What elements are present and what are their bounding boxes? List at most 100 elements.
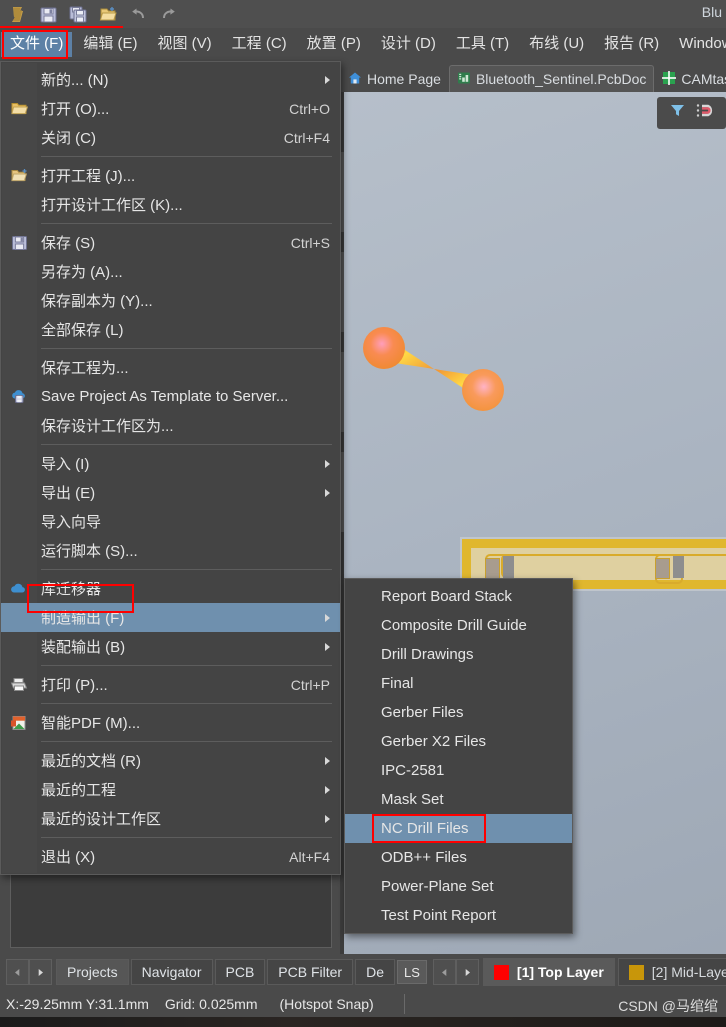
open-project-icon bbox=[9, 166, 29, 186]
menu-item-open-project[interactable]: 打开工程 (J)... bbox=[1, 161, 340, 190]
altium-logo-icon[interactable] bbox=[4, 2, 32, 26]
menu-item-save-design-workspace-as[interactable]: 保存设计工作区为... bbox=[1, 411, 340, 440]
menu-item-route[interactable]: 布线 (U) bbox=[520, 32, 593, 57]
menu-item-edit[interactable]: 编辑 (E) bbox=[74, 32, 146, 57]
menu-item-save-project-as-template[interactable]: Save Project As Template to Server... bbox=[1, 382, 340, 411]
panel-tab-navigator[interactable]: Navigator bbox=[130, 959, 213, 985]
submenu-item-composite-drill-guide[interactable]: Composite Drill Guide bbox=[345, 611, 572, 640]
submenu-item-ipc-2581[interactable]: IPC-2581 bbox=[345, 756, 572, 785]
menu-item-new[interactable]: 新的... (N) bbox=[1, 65, 340, 94]
submenu-item-label: Report Board Stack bbox=[381, 588, 512, 605]
menu-item-import[interactable]: 导入 (I) bbox=[1, 449, 340, 478]
menu-item-save-project-as[interactable]: 保存工程为... bbox=[1, 353, 340, 382]
panel-tab-de[interactable]: De bbox=[355, 959, 395, 985]
menu-item-save[interactable]: 保存 (S) Ctrl+S bbox=[1, 228, 340, 257]
save-icon[interactable] bbox=[34, 2, 62, 26]
menu-item-window[interactable]: Window (W) bbox=[670, 32, 726, 57]
panel-scroll-left-button[interactable] bbox=[6, 959, 29, 985]
layer-scroll-right-button[interactable] bbox=[455, 959, 479, 985]
submenu-item-test-point-report[interactable]: Test Point Report bbox=[345, 901, 572, 930]
panel-scroll-right-button[interactable] bbox=[29, 959, 52, 985]
menu-item-label: 打开 (O)... bbox=[41, 101, 110, 118]
menu-item-assembly-outputs[interactable]: 装配输出 (B) bbox=[1, 632, 340, 661]
menu-item-place[interactable]: 放置 (P) bbox=[298, 32, 370, 57]
status-divider bbox=[403, 993, 405, 1014]
submenu-item-label: Gerber Files bbox=[381, 704, 464, 721]
layer-set-button[interactable]: LS bbox=[397, 960, 427, 984]
save-all-icon[interactable] bbox=[64, 2, 92, 26]
menu-item-label: 打开设计工作区 (K)... bbox=[41, 197, 183, 214]
undo-icon[interactable] bbox=[124, 2, 152, 26]
submenu-item-label: NC Drill Files bbox=[381, 820, 469, 837]
menu-item-fabrication-outputs[interactable]: 制造输出 (F) bbox=[1, 603, 340, 632]
submenu-item-drill-drawings[interactable]: Drill Drawings bbox=[345, 640, 572, 669]
submenu-item-label: Drill Drawings bbox=[381, 646, 474, 663]
filter-icon[interactable] bbox=[669, 102, 686, 124]
menu-item-save-copy-as[interactable]: 保存副本为 (Y)... bbox=[1, 286, 340, 315]
menu-item-recent-design-workspaces[interactable]: 最近的设计工作区 bbox=[1, 804, 340, 833]
layer-tab-top-layer[interactable]: [1] Top Layer bbox=[482, 958, 615, 986]
layer-tab-mid-layer-1[interactable]: [2] Mid-Layer 1 bbox=[617, 958, 726, 986]
menu-item-reports[interactable]: 报告 (R) bbox=[595, 32, 668, 57]
layer-scroll-left-button[interactable] bbox=[432, 959, 456, 985]
menu-item-design[interactable]: 设计 (D) bbox=[372, 32, 445, 57]
submenu-item-odbpp-files[interactable]: ODB++ Files bbox=[345, 843, 572, 872]
open-project-icon[interactable] bbox=[94, 2, 122, 26]
menu-item-exit[interactable]: 退出 (X) Alt+F4 bbox=[1, 842, 340, 871]
submenu-item-report-board-stack[interactable]: Report Board Stack bbox=[345, 582, 572, 611]
menu-item-print[interactable]: 打印 (P)... Ctrl+P bbox=[1, 670, 340, 699]
menu-item-recent-projects[interactable]: 最近的工程 bbox=[1, 775, 340, 804]
menu-item-label: 退出 (X) bbox=[41, 849, 96, 866]
magnet-snap-icon[interactable] bbox=[696, 102, 714, 124]
tab-home-page[interactable]: Home Page bbox=[340, 65, 449, 92]
menu-separator bbox=[41, 348, 332, 349]
menu-item-project[interactable]: 工程 (C) bbox=[223, 32, 296, 57]
menu-item-view[interactable]: 视图 (V) bbox=[149, 32, 221, 57]
file-dropdown-menu[interactable]: 新的... (N) 打开 (O)... Ctrl+O 关闭 (C) Ctrl+F… bbox=[0, 61, 341, 875]
menu-item-recent-documents[interactable]: 最近的文档 (R) bbox=[1, 746, 340, 775]
panel-tab-pcb-filter[interactable]: PCB Filter bbox=[267, 959, 354, 985]
fabrication-outputs-submenu[interactable]: Report Board Stack Composite Drill Guide… bbox=[344, 578, 573, 934]
menu-item-label: 打印 (P)... bbox=[41, 677, 108, 694]
menu-item-label: 保存副本为 (Y)... bbox=[41, 293, 153, 310]
status-grid: Grid: 0.025mm bbox=[164, 995, 258, 1012]
submenu-item-gerber-files[interactable]: Gerber Files bbox=[345, 698, 572, 727]
pcb-document-icon bbox=[457, 71, 471, 88]
menu-item-label: 制造输出 (F) bbox=[41, 610, 125, 627]
menu-item-run-script[interactable]: 运行脚本 (S)... bbox=[1, 536, 340, 565]
menu-item-accelerator: Ctrl+F4 bbox=[283, 129, 330, 146]
menu-item-open-design-workspace[interactable]: 打开设计工作区 (K)... bbox=[1, 190, 340, 219]
menu-item-save-as[interactable]: 另存为 (A)... bbox=[1, 257, 340, 286]
tab-bluetooth-sentinel-pcbdoc[interactable]: Bluetooth_Sentinel.PcbDoc bbox=[448, 65, 655, 92]
cloud-save-icon bbox=[9, 387, 29, 407]
menu-item-tools[interactable]: 工具 (T) bbox=[447, 32, 518, 57]
submenu-item-label: Test Point Report bbox=[381, 907, 497, 924]
submenu-item-final[interactable]: Final bbox=[345, 669, 572, 698]
menu-item-library-migrator[interactable]: 库迁移器 bbox=[1, 574, 340, 603]
menu-item-export[interactable]: 导出 (E) bbox=[1, 478, 340, 507]
submenu-item-label: IPC-2581 bbox=[381, 762, 445, 779]
menu-separator bbox=[41, 741, 332, 742]
chevron-right-icon bbox=[325, 642, 330, 651]
submenu-item-nc-drill-files[interactable]: NC Drill Files bbox=[345, 814, 572, 843]
panel-tab-pcb[interactable]: PCB bbox=[214, 959, 266, 985]
menu-item-open[interactable]: 打开 (O)... Ctrl+O bbox=[1, 94, 340, 123]
submenu-item-mask-set[interactable]: Mask Set bbox=[345, 785, 572, 814]
menu-item-label: 装配输出 (B) bbox=[41, 639, 126, 656]
cloud-icon bbox=[9, 579, 29, 599]
menu-item-file[interactable]: 文件 (F) bbox=[1, 32, 73, 57]
menu-item-import-wizard[interactable]: 导入向导 bbox=[1, 507, 340, 536]
status-coordinates: X:-29.25mm Y:31.1mm bbox=[6, 995, 149, 1012]
pcb-pad bbox=[503, 556, 514, 578]
submenu-item-gerber-x2-files[interactable]: Gerber X2 Files bbox=[345, 727, 572, 756]
layer-color-chip bbox=[493, 964, 509, 980]
menu-item-label: 最近的工程 bbox=[41, 782, 117, 799]
altium-designer-window: Blu 文件 (F) 编辑 (E) 视图 (V) 工程 (C) 放置 (P) 设… bbox=[0, 0, 726, 1027]
redo-icon[interactable] bbox=[154, 2, 182, 26]
tab-camtastic[interactable]: CAMtastic bbox=[654, 65, 726, 92]
menu-item-smart-pdf[interactable]: 智能PDF (M)... bbox=[1, 708, 340, 737]
panel-tab-projects[interactable]: Projects bbox=[56, 959, 129, 985]
submenu-item-power-plane-set[interactable]: Power-Plane Set bbox=[345, 872, 572, 901]
menu-item-save-all[interactable]: 全部保存 (L) bbox=[1, 315, 340, 344]
menu-item-close[interactable]: 关闭 (C) Ctrl+F4 bbox=[1, 123, 340, 152]
